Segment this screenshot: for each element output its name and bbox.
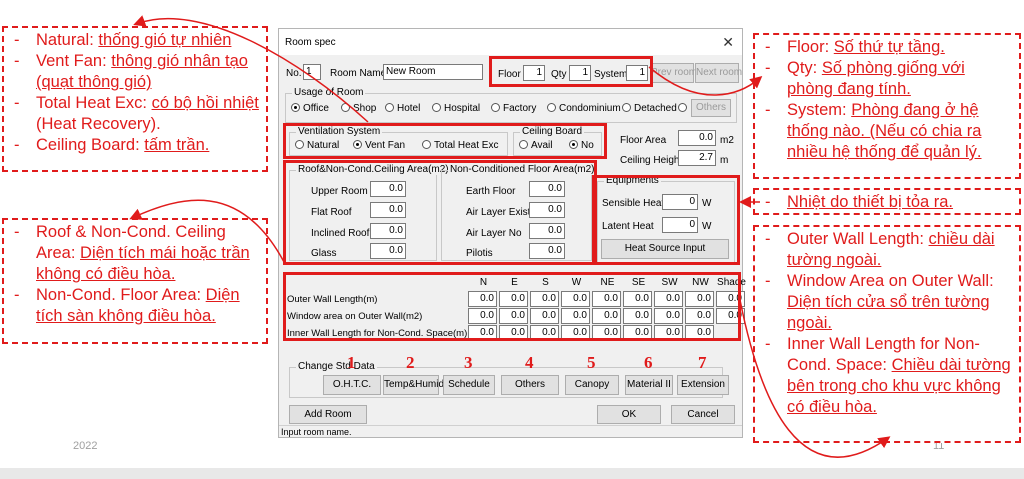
arrow-walls <box>739 299 891 458</box>
annotation-arrows <box>129 15 891 458</box>
arrow-ventilation <box>133 15 369 123</box>
arrow-floor <box>648 66 763 96</box>
arrow-roof <box>129 199 285 263</box>
